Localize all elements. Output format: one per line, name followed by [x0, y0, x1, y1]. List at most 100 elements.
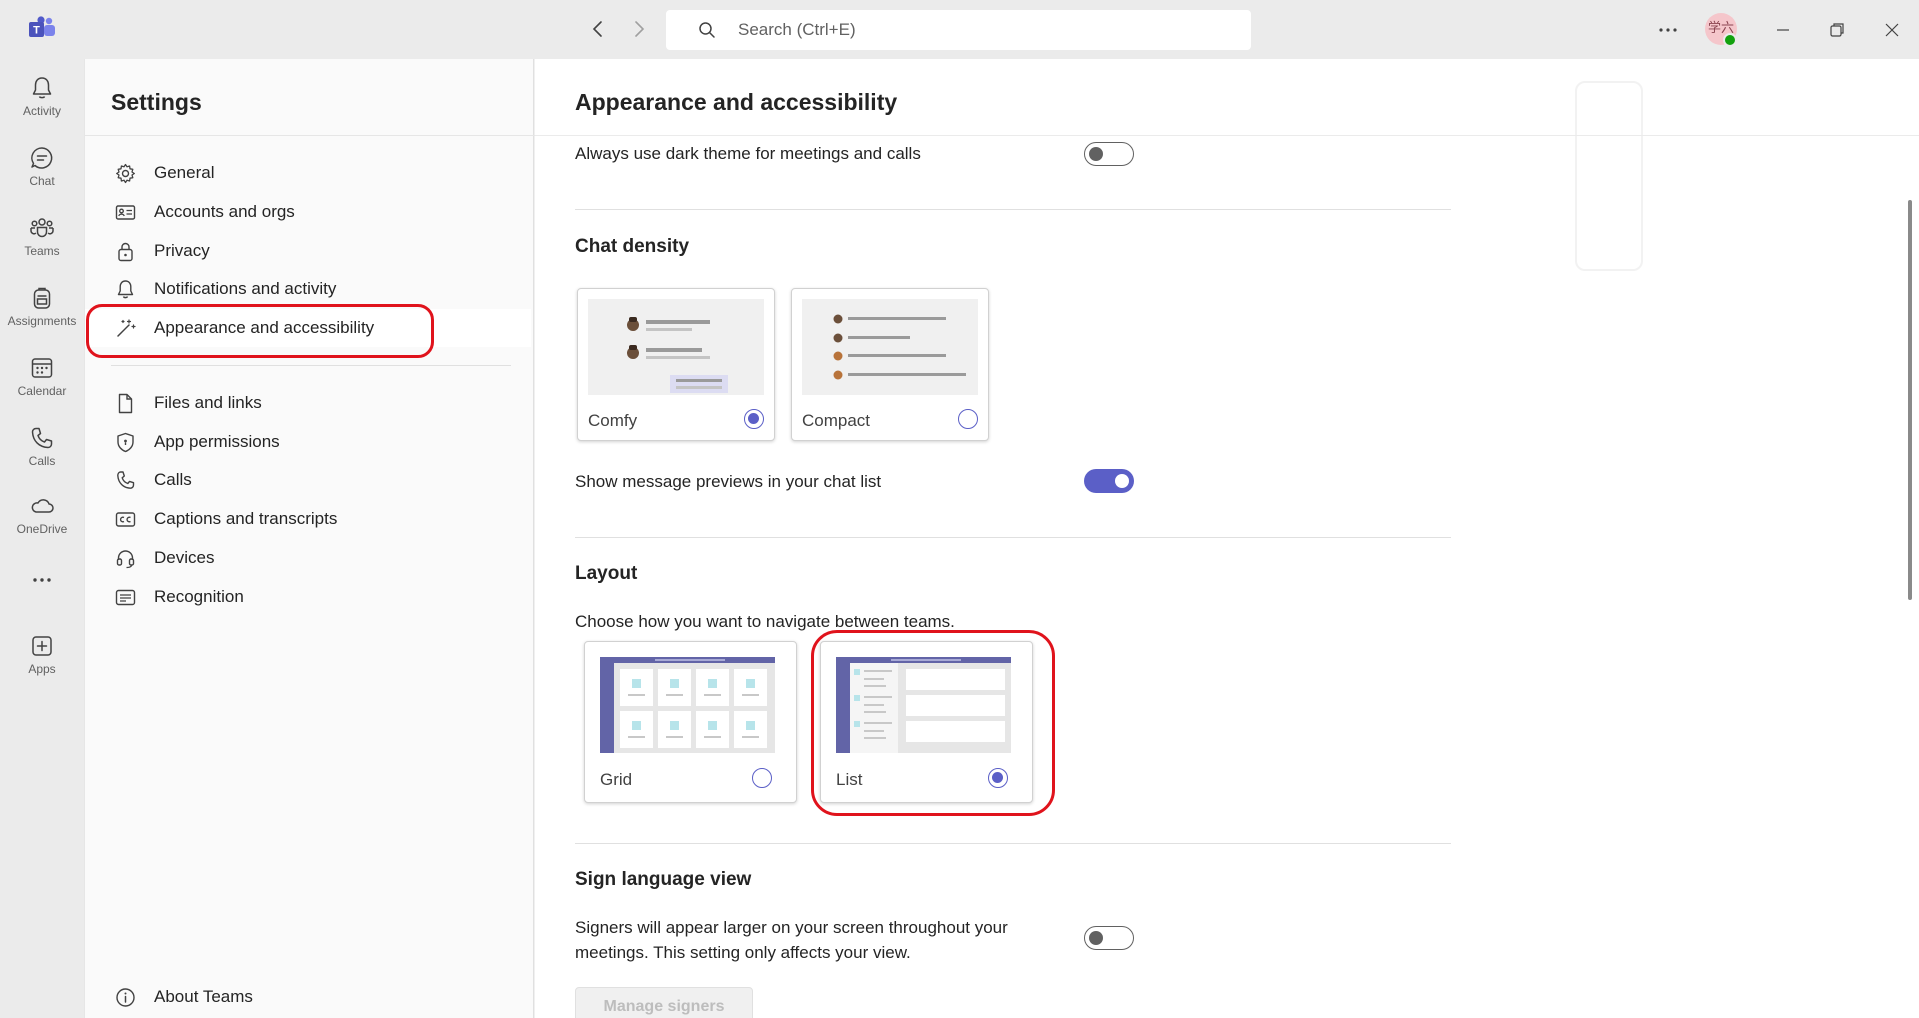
forward-arrow-icon[interactable] — [627, 17, 651, 41]
bell-icon — [117, 280, 134, 299]
search-icon — [699, 22, 715, 38]
message-previews-toggle[interactable] — [1084, 469, 1134, 493]
compact-label: Compact — [802, 411, 871, 430]
rail-item-calendar[interactable]: Calendar — [0, 347, 84, 411]
list-preview-graphic — [836, 657, 1011, 753]
density-option-compact[interactable]: Compact — [791, 288, 989, 441]
grid-label: Grid — [600, 770, 633, 789]
settings-item-privacy[interactable]: Privacy — [85, 232, 531, 270]
layout-description: Choose how you want to navigate between … — [575, 612, 955, 631]
density-option-comfy[interactable]: Comfy — [577, 288, 775, 441]
settings-item-label: Recognition — [154, 587, 244, 606]
app-rail: Activity Chat Teams Assignments Calendar… — [0, 59, 84, 1018]
settings-item-label: Notifications and activity — [154, 279, 337, 298]
rail-label: Calls — [28, 454, 56, 468]
sign-language-desc-line1: Signers will appear larger on your scree… — [575, 918, 1008, 937]
minimize-icon[interactable] — [1769, 16, 1797, 44]
divider — [575, 537, 1451, 538]
list-radio[interactable] — [988, 768, 1008, 788]
divider — [535, 135, 1919, 136]
bell-icon — [32, 77, 52, 99]
layout-option-list[interactable]: List — [820, 641, 1033, 803]
rail-label: OneDrive — [16, 522, 68, 536]
message-previews-label: Show message previews in your chat list — [575, 472, 882, 491]
divider — [575, 209, 1451, 210]
settings-item-appearance[interactable]: Appearance and accessibility — [85, 309, 531, 347]
grid-radio[interactable] — [752, 768, 772, 788]
settings-item-calls[interactable]: Calls — [85, 461, 531, 499]
settings-item-accounts[interactable]: Accounts and orgs — [85, 193, 531, 231]
rail-item-onedrive[interactable]: OneDrive — [0, 485, 84, 549]
layout-heading: Layout — [575, 563, 638, 584]
ghost-overlay — [1575, 81, 1643, 271]
comfy-radio[interactable] — [744, 409, 764, 429]
rail-label: Teams — [24, 244, 60, 258]
settings-item-general[interactable]: General — [85, 154, 531, 192]
settings-item-files[interactable]: Files and links — [85, 384, 531, 422]
comfy-preview — [588, 299, 764, 395]
compact-preview-graphic — [833, 314, 966, 380]
phone-icon — [31, 427, 53, 449]
more-icon — [33, 578, 51, 582]
settings-item-label: Captions and transcripts — [154, 509, 338, 528]
rail-item-teams[interactable]: Teams — [0, 207, 84, 271]
sign-language-toggle[interactable] — [1084, 926, 1134, 950]
settings-item-recognition[interactable]: Recognition — [85, 578, 531, 616]
manage-signers-button[interactable]: Manage signers — [575, 987, 753, 1018]
add-app-icon — [32, 636, 52, 656]
scrollbar[interactable] — [1908, 200, 1912, 600]
more-options-icon[interactable] — [1656, 18, 1680, 42]
settings-item-label: General — [154, 163, 215, 182]
settings-item-label: App permissions — [154, 432, 280, 451]
close-icon[interactable] — [1878, 16, 1906, 44]
settings-item-devices[interactable]: Devices — [85, 539, 531, 577]
rail-label: Activity — [22, 104, 61, 118]
settings-title: Settings — [111, 89, 202, 115]
divider — [85, 135, 535, 136]
phone-icon — [117, 471, 135, 489]
chat-density-heading: Chat density — [575, 236, 690, 257]
settings-item-label: About Teams — [154, 987, 253, 1006]
rail-item-calls[interactable]: Calls — [0, 417, 84, 481]
back-arrow-icon[interactable] — [586, 17, 610, 41]
settings-item-label: Files and links — [154, 393, 262, 412]
rail-item-activity[interactable]: Activity — [0, 67, 84, 131]
cc-icon — [115, 512, 136, 527]
presence-available-icon — [1723, 33, 1737, 47]
headset-icon — [116, 550, 135, 569]
search-input[interactable] — [738, 10, 1218, 50]
svg-text:T: T — [33, 25, 40, 37]
list-preview — [836, 657, 1011, 753]
dark-theme-label: Always use dark theme for meetings and c… — [575, 144, 921, 163]
settings-item-label: Appearance and accessibility — [154, 318, 375, 337]
compact-preview — [802, 299, 978, 395]
chat-icon — [31, 147, 53, 169]
grid-preview — [600, 657, 775, 753]
layout-option-grid[interactable]: Grid — [584, 641, 797, 803]
grid-preview-graphic — [600, 657, 775, 753]
rail-label: Calendar — [17, 384, 67, 398]
teams-logo-icon[interactable]: T — [28, 16, 56, 40]
rail-item-apps[interactable]: Apps — [0, 625, 84, 689]
compact-radio[interactable] — [958, 409, 978, 429]
info-icon — [116, 988, 135, 1007]
page-title: Appearance and accessibility — [575, 89, 898, 115]
rail-item-assignments[interactable]: Assignments — [0, 277, 84, 341]
backpack-icon — [33, 287, 51, 309]
settings-item-app-permissions[interactable]: App permissions — [85, 423, 531, 461]
gear-icon — [116, 163, 135, 184]
settings-item-captions[interactable]: Captions and transcripts — [85, 500, 531, 538]
lock-icon — [118, 242, 133, 262]
settings-item-label: Privacy — [154, 241, 210, 260]
rail-item-more[interactable] — [0, 559, 84, 599]
search-box[interactable] — [666, 10, 1251, 50]
divider — [575, 843, 1451, 844]
settings-item-notifications[interactable]: Notifications and activity — [85, 270, 531, 308]
recognition-icon — [115, 589, 136, 606]
settings-item-about[interactable]: About Teams — [85, 978, 531, 1016]
sign-language-heading: Sign language view — [575, 869, 752, 890]
calendar-icon — [31, 358, 53, 378]
dark-theme-toggle[interactable] — [1084, 142, 1134, 166]
restore-icon[interactable] — [1823, 16, 1851, 44]
rail-item-chat[interactable]: Chat — [0, 137, 84, 201]
